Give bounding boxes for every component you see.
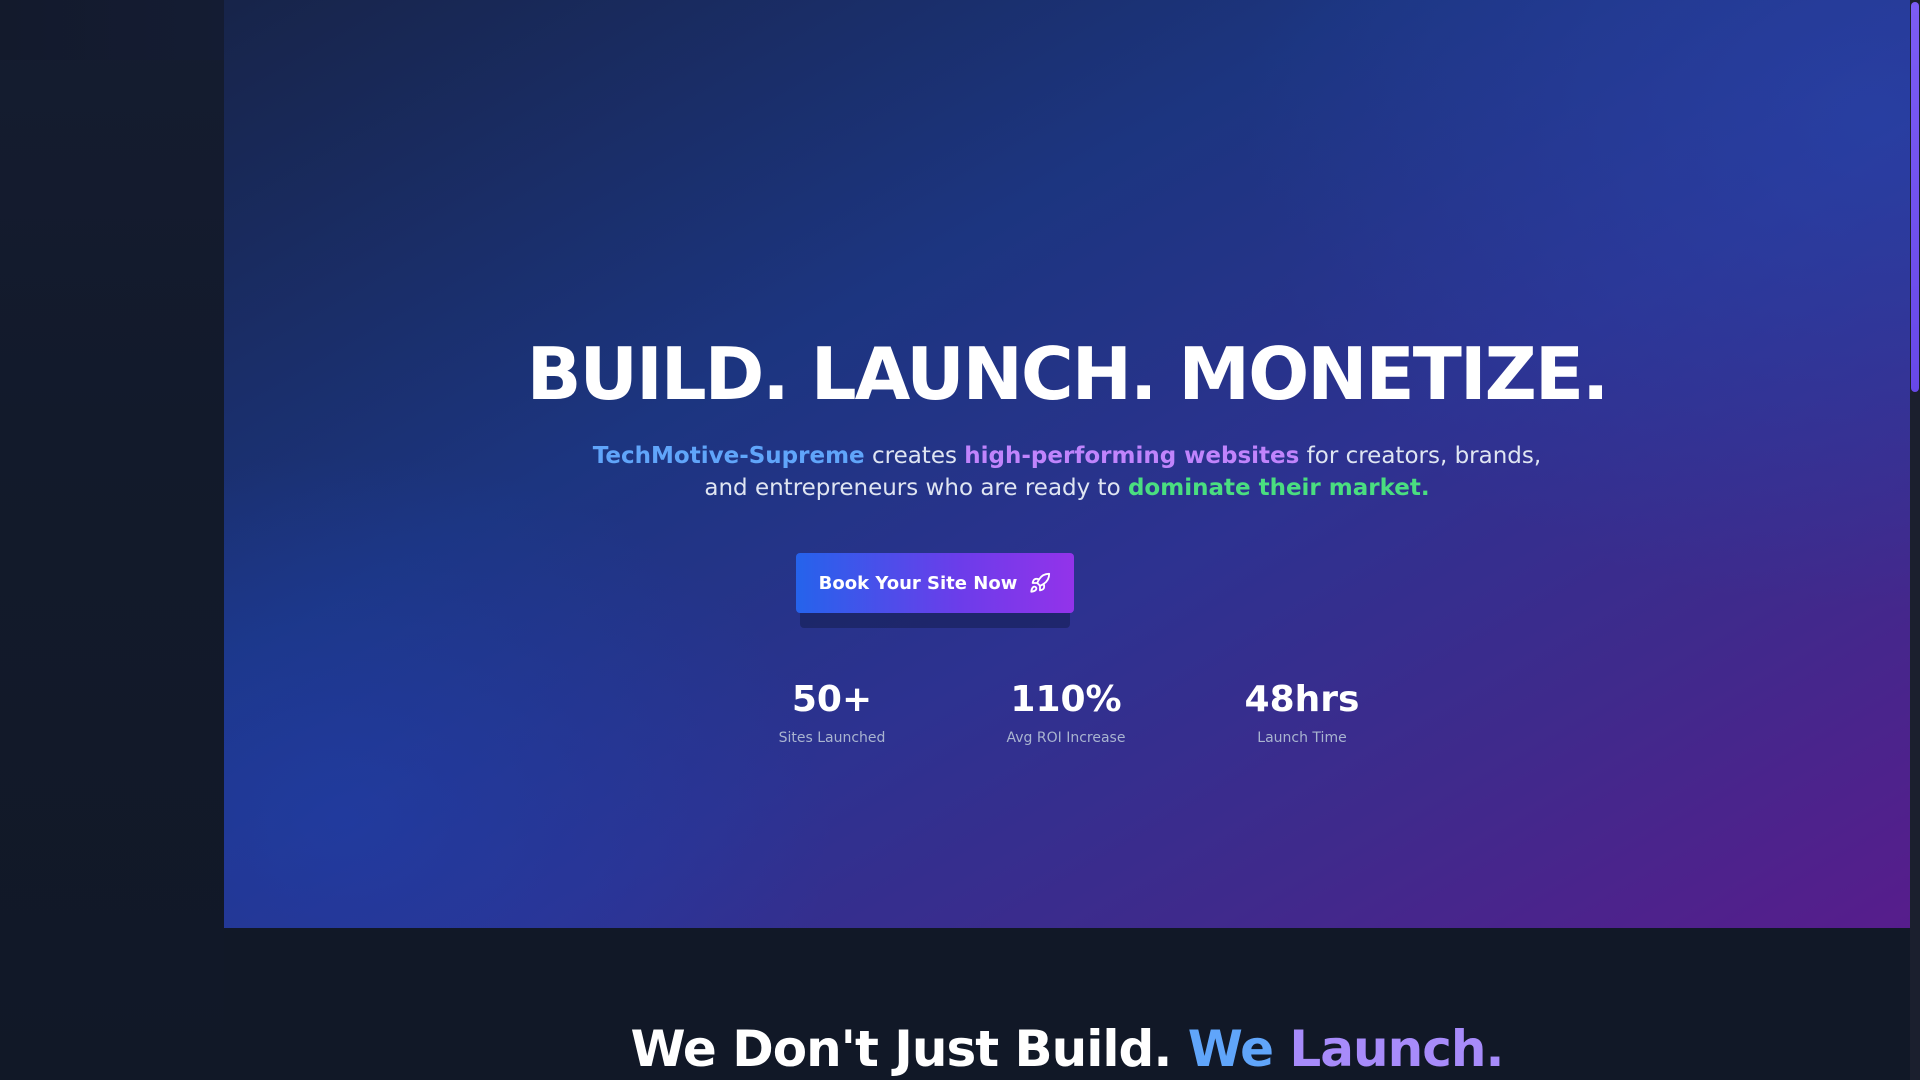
section-title-part-2: We <box>1187 1020 1274 1078</box>
brand-name: TechMotive-Supreme <box>592 443 865 469</box>
stat-avg-roi: 110% Avg ROI Increase <box>946 672 1186 748</box>
vertical-scrollbar[interactable] <box>1910 0 1920 1080</box>
book-site-button-label: Book Your Site Now <box>818 572 1018 594</box>
book-site-button[interactable]: Book Your Site Now <box>796 553 1074 613</box>
subtitle-emphasis: dominate their market. <box>1127 475 1430 501</box>
stat-label: Avg ROI Increase <box>1006 730 1126 746</box>
hero-title: BUILD. LAUNCH. MONETIZE. <box>526 332 1610 416</box>
stat-value: 50+ <box>791 679 873 720</box>
stat-value: 48hrs <box>1244 679 1360 720</box>
stat-label: Launch Time <box>1257 730 1347 746</box>
rocket-icon <box>1030 572 1051 593</box>
subtitle-text-1: creates <box>864 443 965 469</box>
stat-sites-launched: 50+ Sites Launched <box>712 672 952 748</box>
section-title-part-1: We Don't Just Build. <box>630 1020 1188 1078</box>
scrollbar-thumb[interactable] <box>1911 2 1919 392</box>
left-dark-strip <box>0 0 224 1080</box>
section-title-part-3: Launch. <box>1273 1020 1504 1078</box>
section-title: We Don't Just Build. We Launch. <box>224 1014 1910 1080</box>
subtitle-text-3: and entrepreneurs who are ready to <box>704 475 1128 501</box>
landing-page: BUILD. LAUNCH. MONETIZE. TechMotive-Supr… <box>0 0 1920 1080</box>
stat-label: Sites Launched <box>778 730 886 746</box>
hero-subtitle: TechMotive-Supreme creates high-performi… <box>224 440 1910 504</box>
subtitle-highlight: high-performing websites <box>964 443 1300 469</box>
stat-value: 110% <box>1010 679 1122 720</box>
stat-launch-time: 48hrs Launch Time <box>1182 672 1422 748</box>
subtitle-text-2: for creators, brands, <box>1299 443 1542 469</box>
